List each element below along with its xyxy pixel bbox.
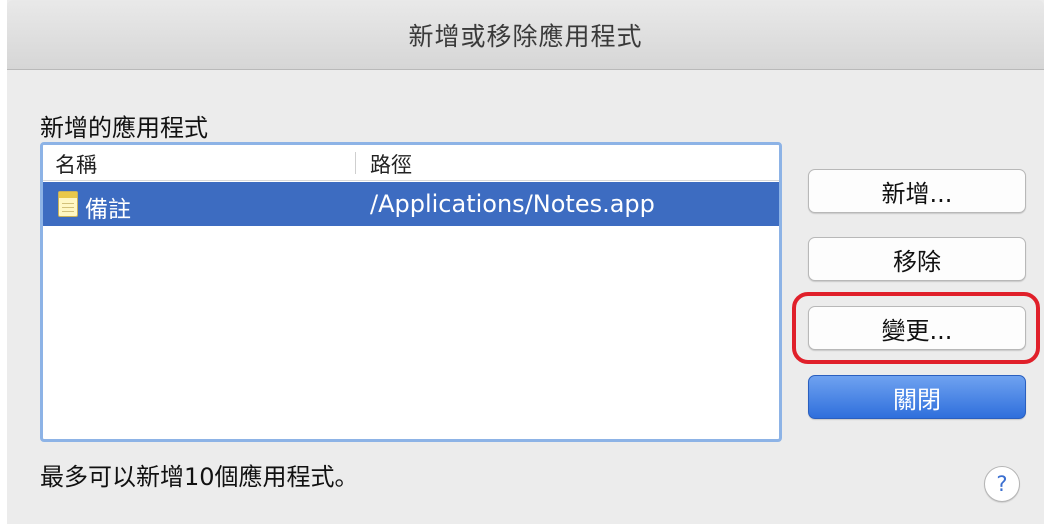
list-header: 名稱 路徑 [43,145,779,181]
change-button-highlight [792,292,1040,364]
column-header-name[interactable]: 名稱 [55,149,97,179]
close-button[interactable]: 關閉 [808,375,1026,419]
notes-app-icon [58,191,78,217]
add-button[interactable]: 新增... [808,169,1026,213]
list-row-notes[interactable]: 備註 /Applications/Notes.app [43,182,779,226]
column-divider[interactable] [355,152,356,174]
window-title: 新增或移除應用程式 [408,21,643,51]
column-header-path[interactable]: 路徑 [370,149,412,179]
max-apps-note: 最多可以新增10個應用程式。 [40,463,359,491]
title-bar[interactable]: 新增或移除應用程式 [7,0,1044,70]
apps-list[interactable]: 名稱 路徑 備註 /Applications/Notes.app [40,142,782,442]
added-apps-label: 新增的應用程式 [40,114,208,142]
remove-button[interactable]: 移除 [808,237,1026,281]
help-icon[interactable]: ? [984,466,1020,502]
app-path: /Applications/Notes.app [370,190,655,218]
add-remove-apps-dialog: 新增或移除應用程式 新增的應用程式 名稱 路徑 備註 /Applications… [7,0,1044,524]
app-name: 備註 [85,197,131,223]
